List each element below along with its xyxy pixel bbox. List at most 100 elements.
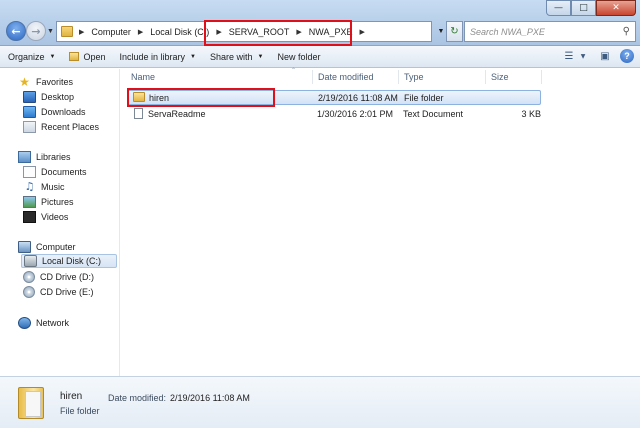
name-cell: ServaReadme: [132, 108, 206, 119]
refresh-button[interactable]: ↻: [446, 21, 463, 42]
date-cell: 2/19/2016 11:08 AM: [318, 92, 398, 103]
nav-item-recent-places[interactable]: Recent Places: [23, 120, 99, 134]
dropdown-arrow-icon: ▼: [257, 53, 264, 60]
nav-item-music[interactable]: ♫ Music: [23, 180, 65, 194]
cd-drive-icon: [23, 286, 35, 298]
breadcrumb-local-disk[interactable]: Local Disk (C:): [150, 27, 209, 37]
dropdown-arrow-icon: ▼: [49, 53, 56, 60]
column-header-date-modified[interactable]: Date modified: [318, 69, 374, 84]
nav-computer[interactable]: Computer: [18, 240, 76, 254]
new-folder-button[interactable]: New folder: [277, 52, 320, 62]
command-bar: Organize ▼ Open Include in library ▼ Share…: [0, 46, 640, 68]
pictures-icon: [23, 196, 36, 208]
view-controls: ☰ ▼ ▣ ?: [554, 49, 634, 63]
table-row[interactable]: ServaReadme 1/30/2016 2:01 PM Text Docum…: [127, 106, 541, 121]
share-with-label: Share with: [210, 51, 253, 62]
minimize-button[interactable]: —: [546, 0, 571, 16]
column-header-size[interactable]: Size: [491, 69, 509, 84]
arrow-left-icon: ←: [11, 24, 21, 38]
help-icon[interactable]: ?: [620, 49, 634, 63]
column-divider[interactable]: [485, 70, 486, 84]
include-in-library-button[interactable]: Include in library ▼: [120, 52, 196, 62]
chevron-right-icon[interactable]: ▶: [296, 28, 301, 36]
nav-item-label: Videos: [41, 212, 69, 222]
column-divider[interactable]: [541, 70, 542, 84]
chevron-right-icon[interactable]: ▶: [359, 28, 364, 36]
nav-item-label: Desktop: [41, 92, 75, 102]
nav-favorites-label: Favorites: [36, 77, 74, 87]
chevron-right-icon[interactable]: ▶: [79, 28, 84, 36]
nav-item-documents[interactable]: Documents: [23, 165, 87, 179]
dropdown-arrow-icon: ▼: [190, 53, 196, 60]
nav-item-label: Music: [41, 182, 65, 192]
nav-item-label: CD Drive (E:): [40, 287, 94, 297]
nav-item-label: CD Drive (D:): [40, 272, 94, 282]
maximize-button[interactable]: □: [571, 0, 596, 16]
details-date-value: 2/19/2016 11:08 AM: [170, 393, 250, 403]
nav-item-label: Documents: [41, 167, 87, 177]
music-icon: ♫: [24, 180, 35, 193]
nav-network[interactable]: Network: [18, 316, 69, 330]
chevron-right-icon[interactable]: ▶: [216, 28, 221, 36]
forward-button[interactable]: →: [26, 21, 46, 41]
details-pane: hiren File folder Date modified: 2/19/201…: [0, 376, 640, 428]
column-divider[interactable]: [398, 70, 399, 84]
star-icon: ★: [19, 75, 30, 89]
breadcrumb-nwa-pxe[interactable]: NWA_PXE: [309, 27, 353, 37]
title-bar: — □ ✕ ← → ▼ ▶ Computer ▶ Local Disk (C:)…: [0, 0, 640, 46]
nav-item-cd-drive-d[interactable]: CD Drive (D:): [23, 270, 94, 284]
column-header-type[interactable]: Type: [404, 69, 424, 84]
hard-disk-icon: [24, 255, 37, 267]
chevron-right-icon[interactable]: ▶: [138, 28, 143, 36]
text-document-icon: [134, 108, 143, 119]
search-input[interactable]: [470, 26, 610, 37]
search-icon[interactable]: ⚲: [623, 26, 630, 37]
nav-item-local-disk-c[interactable]: Local Disk (C:): [21, 254, 117, 268]
column-divider[interactable]: [312, 70, 313, 84]
open-label: Open: [83, 51, 106, 62]
search-box: ⚲: [464, 21, 636, 42]
column-header-label: Date modified: [318, 71, 374, 82]
change-view-dropdown-icon[interactable]: ▼: [576, 49, 590, 63]
include-in-library-label: Include in library: [119, 51, 186, 62]
breadcrumb: Computer ▶ Local Disk (C:) ▶ SERVA_ROOT …: [91, 27, 371, 37]
videos-icon: [23, 211, 36, 223]
preview-pane-icon[interactable]: ▣: [598, 49, 612, 63]
nav-item-desktop[interactable]: Desktop: [23, 90, 74, 104]
details-date-label: Date modified:: [108, 393, 167, 403]
size-cell: 3 KB: [521, 108, 541, 119]
close-button[interactable]: ✕: [596, 0, 636, 16]
nav-item-videos[interactable]: Videos: [23, 210, 68, 224]
open-button[interactable]: Open: [69, 51, 106, 62]
folder-thumbnail-icon: [18, 387, 44, 419]
type-cell: File folder: [404, 92, 444, 103]
libraries-icon: [18, 151, 31, 163]
nav-network-label: Network: [36, 318, 70, 328]
breadcrumb-computer[interactable]: Computer: [91, 27, 131, 37]
back-button[interactable]: ←: [6, 21, 26, 41]
recent-pages-dropdown[interactable]: ▼: [47, 28, 54, 35]
nav-item-cd-drive-e[interactable]: CD Drive (E:): [23, 285, 94, 299]
table-row[interactable]: hiren 2/19/2016 11:08 AM File folder: [127, 90, 541, 105]
address-bar[interactable]: ▶ Computer ▶ Local Disk (C:) ▶ SERVA_ROO…: [56, 21, 432, 42]
nav-favorites[interactable]: ★ Favorites: [18, 75, 73, 89]
sort-chevron-icon: ⌃: [291, 67, 297, 74]
name-cell: hiren: [133, 92, 169, 103]
column-header-name[interactable]: Name: [131, 69, 155, 84]
share-with-button[interactable]: Share with ▼: [210, 52, 263, 62]
nav-item-downloads[interactable]: Downloads: [23, 105, 86, 119]
breadcrumb-serva-root[interactable]: SERVA_ROOT: [229, 27, 290, 37]
folder-icon: [61, 26, 73, 37]
details-type: File folder: [60, 406, 100, 416]
nav-item-label: Local Disk (C:): [42, 256, 102, 266]
file-name: hiren: [149, 93, 170, 103]
address-history-dropdown[interactable]: ▼: [436, 21, 446, 42]
organize-label: Organize: [8, 51, 45, 62]
nav-libraries[interactable]: Libraries: [18, 150, 71, 164]
folder-open-icon: [69, 52, 80, 61]
change-view-icon[interactable]: ☰: [562, 49, 576, 63]
organize-button[interactable]: Organize ▼: [8, 52, 55, 62]
nav-item-label: Pictures: [41, 197, 74, 207]
new-folder-label: New folder: [277, 51, 321, 62]
nav-item-pictures[interactable]: Pictures: [23, 195, 74, 209]
